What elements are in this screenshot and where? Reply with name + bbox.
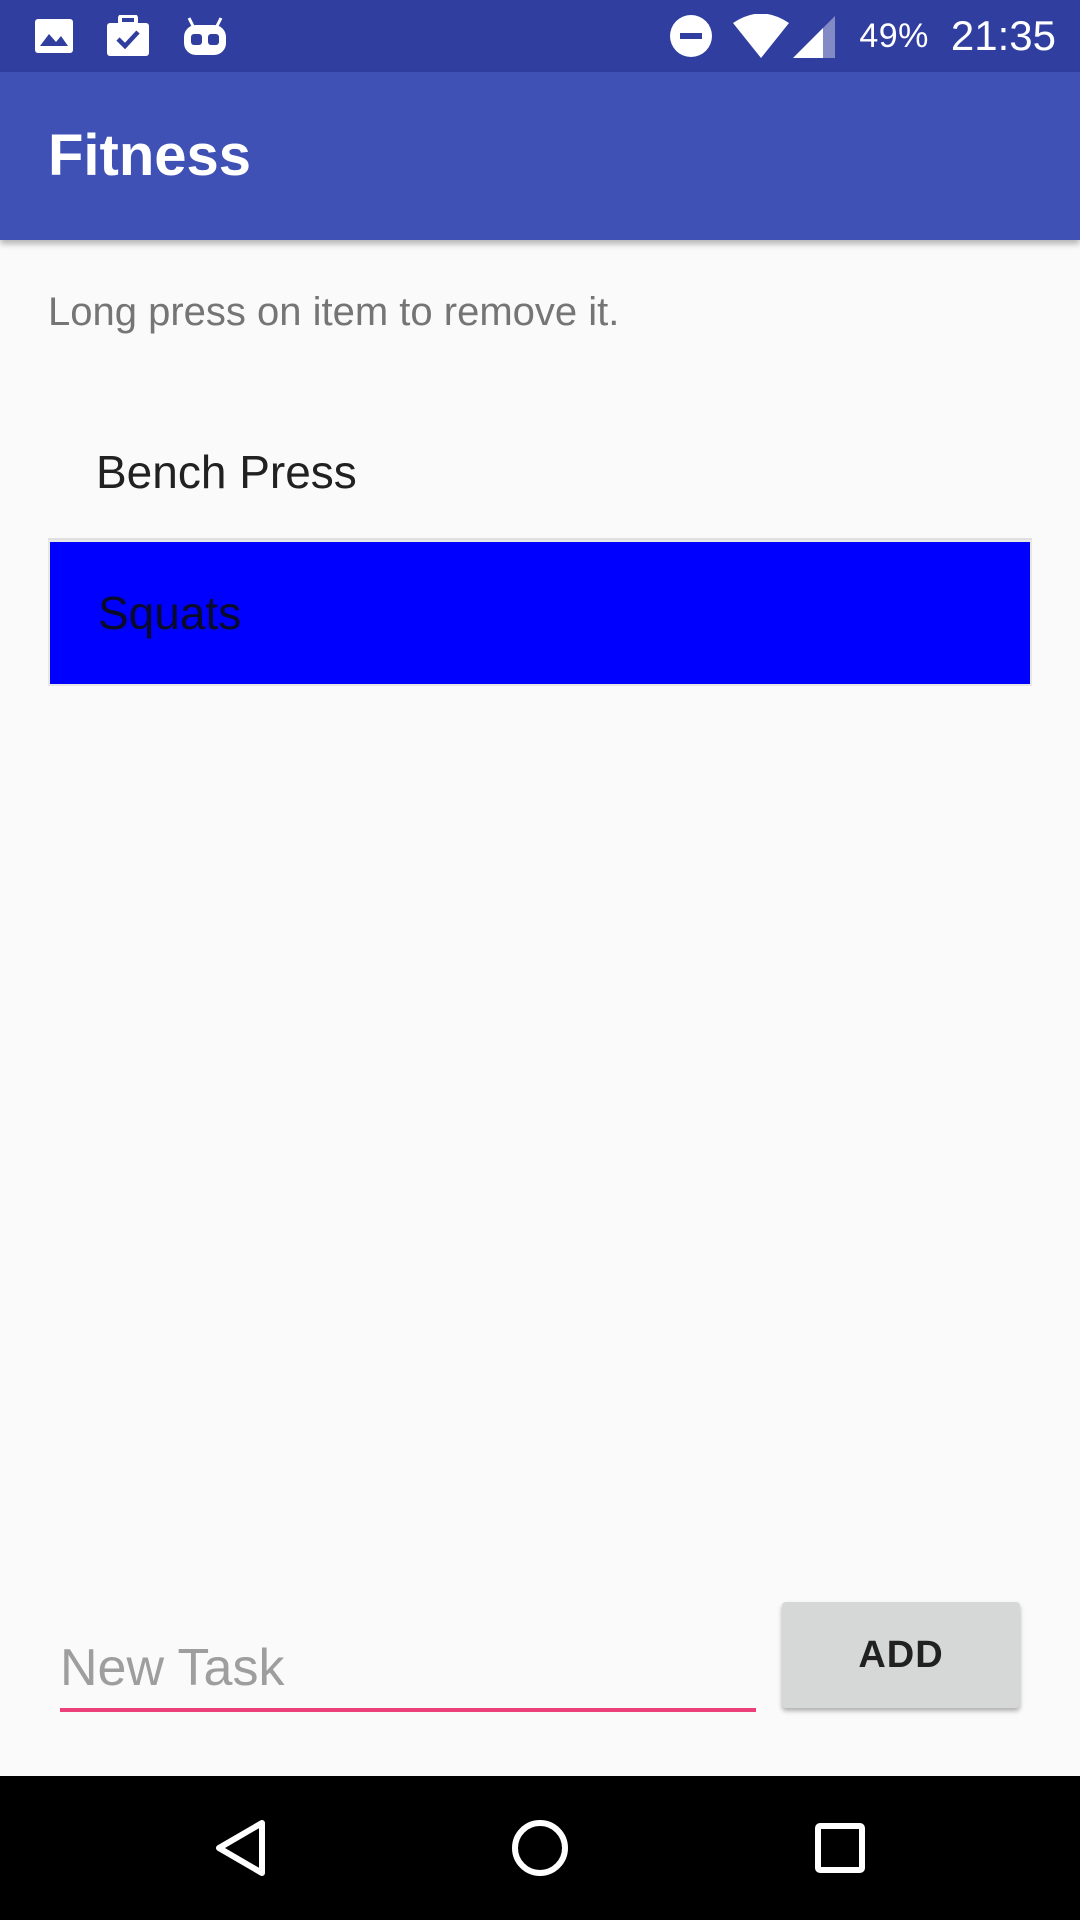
app-title: Fitness <box>48 123 252 188</box>
back-button[interactable] <box>168 1776 312 1920</box>
android-debug-icon <box>182 16 228 56</box>
new-task-input[interactable] <box>60 1628 756 1712</box>
hint-text: Long press on item to remove it. <box>48 290 620 334</box>
wifi-icon <box>733 14 790 58</box>
notification-icons <box>34 15 228 57</box>
navigation-bar <box>0 1776 1080 1920</box>
recents-button[interactable] <box>768 1776 912 1920</box>
recents-icon <box>814 1822 866 1874</box>
list-item-selected[interactable]: Squats <box>48 540 1032 686</box>
cell-signal-icon <box>793 14 837 58</box>
add-button[interactable]: ADD <box>782 1602 1020 1708</box>
briefcase-check-icon <box>106 15 150 57</box>
system-status: 49% 21:35 <box>669 0 1056 72</box>
image-icon <box>34 16 74 56</box>
app-bar: Fitness <box>0 72 1080 240</box>
status-bar: 49% 21:35 <box>0 0 1080 72</box>
list-item[interactable]: Bench Press <box>48 404 1032 540</box>
home-icon <box>510 1818 570 1878</box>
task-list: Bench Press Squats <box>48 404 1032 686</box>
battery-percentage: 49% <box>859 16 929 55</box>
back-icon <box>212 1818 268 1878</box>
home-button[interactable] <box>468 1776 612 1920</box>
clock: 21:35 <box>950 12 1056 59</box>
do-not-disturb-icon <box>669 14 713 58</box>
